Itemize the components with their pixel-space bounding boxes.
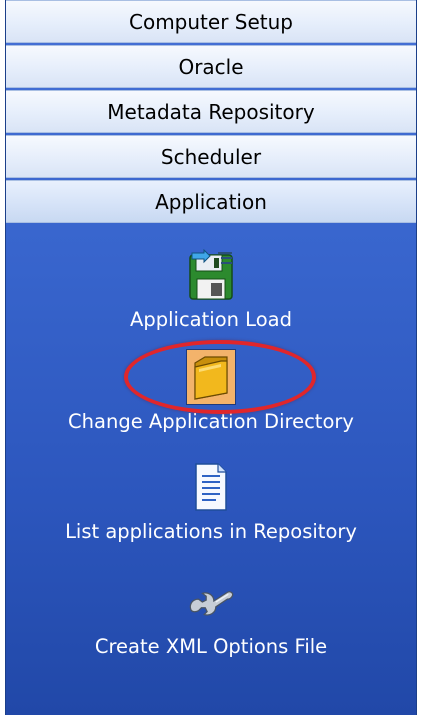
document-list-icon [187,460,235,514]
section-metadata-repository[interactable]: Metadata Repository [6,90,416,133]
change-application-directory-item[interactable]: Change Application Directory [6,349,416,433]
section-application[interactable]: Application [6,180,416,223]
wrench-icon [187,575,235,629]
create-xml-options-item[interactable]: Create XML Options File [6,575,416,658]
list-applications-item[interactable]: List applications in Repository [6,460,416,543]
section-scheduler[interactable]: Scheduler [6,135,416,178]
floppy-disk-icon [187,248,235,302]
section-computer-setup[interactable]: Computer Setup [6,0,416,43]
create-xml-options-label: Create XML Options File [94,635,328,658]
change-application-directory-label: Change Application Directory [68,410,354,433]
folder-icon [186,349,236,405]
list-applications-label: List applications in Repository [65,520,357,543]
application-load-item[interactable]: Application Load [6,248,416,331]
navigation-panel: Computer Setup Oracle Metadata Repositor… [5,0,417,715]
application-load-label: Application Load [130,308,292,331]
section-oracle[interactable]: Oracle [6,45,416,88]
section-header-list: Computer Setup Oracle Metadata Repositor… [6,0,416,223]
